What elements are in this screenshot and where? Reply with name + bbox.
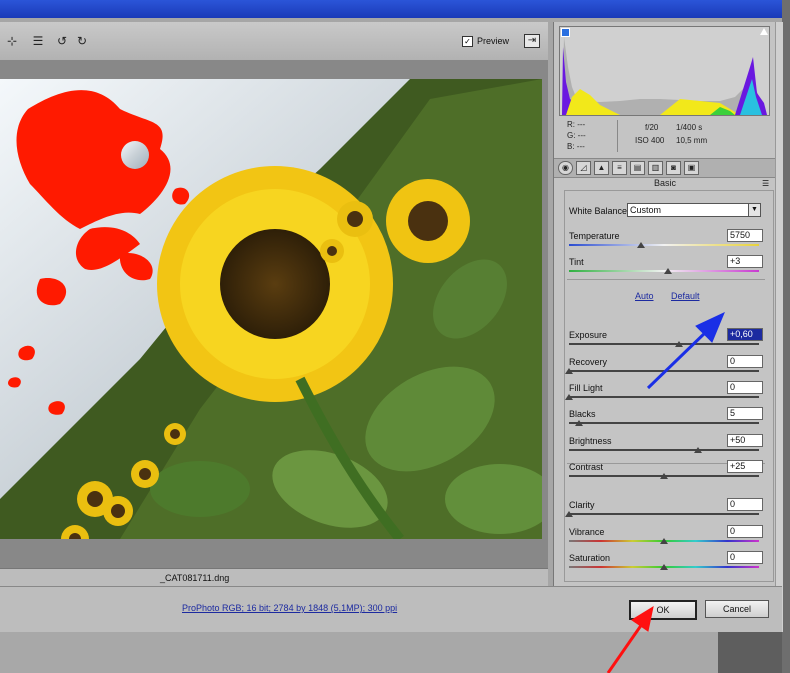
list-icon[interactable]: ☰: [30, 34, 46, 48]
clarity-value-field[interactable]: 0: [727, 498, 763, 511]
temperature-label: Temperature: [569, 231, 620, 241]
brightness-value-field[interactable]: +50: [727, 434, 763, 447]
recovery-slider-track[interactable]: [569, 370, 759, 372]
panel-title: Basic: [653, 178, 676, 188]
tab-split-toning-icon[interactable]: ▤: [630, 161, 645, 175]
chevron-down-icon[interactable]: ▼: [748, 204, 760, 216]
white-balance-value: Custom: [630, 205, 662, 215]
exposure-slider-track[interactable]: [569, 343, 759, 345]
histogram: [559, 26, 770, 116]
clarity-slider-thumb[interactable]: [565, 511, 573, 517]
white-balance-tool-icon[interactable]: ⊹: [4, 34, 20, 48]
rgb-exif-readouts: R: --- G: --- B: --- f/20 1/400 s ISO 40…: [559, 118, 768, 156]
blacks-label: Blacks: [569, 409, 596, 419]
tint-value-field[interactable]: +3: [727, 255, 763, 268]
preview-toggle[interactable]: ✓ Preview: [462, 34, 509, 48]
sunflower-photo: [0, 79, 542, 539]
exposure-slider-thumb[interactable]: [675, 341, 684, 347]
fullscreen-toggle-icon[interactable]: ⇥: [524, 34, 540, 48]
tab-hsl-icon[interactable]: ≡: [612, 161, 627, 175]
white-balance-select[interactable]: Custom ▼: [627, 203, 761, 217]
clarity-slider-track[interactable]: [569, 513, 759, 515]
contrast-slider-thumb[interactable]: [660, 473, 668, 479]
focal-length: 10,5 mm: [676, 136, 708, 145]
photo-preview[interactable]: [0, 79, 542, 539]
temperature-value-field[interactable]: 5750: [727, 229, 763, 242]
tint-label: Tint: [569, 257, 584, 267]
shutter-speed: 1/400 s: [676, 123, 703, 132]
clarity-label: Clarity: [569, 500, 595, 510]
tab-tone-curve-icon[interactable]: ◿: [576, 161, 591, 175]
blacks-slider-track[interactable]: [569, 422, 759, 424]
saturation-value-field[interactable]: 0: [727, 551, 763, 564]
rotate-left-icon[interactable]: ↺: [54, 34, 70, 48]
fill-light-label: Fill Light: [569, 383, 603, 393]
saturation-slider-thumb[interactable]: [660, 564, 668, 570]
readout-divider: [617, 120, 618, 152]
brightness-slider-track[interactable]: [569, 449, 759, 451]
tab-lens-icon[interactable]: ▥: [648, 161, 663, 175]
green-readout: G: ---: [567, 131, 586, 140]
cancel-button[interactable]: Cancel: [705, 600, 769, 618]
window-scrollbar[interactable]: [775, 22, 783, 632]
preview-checkbox[interactable]: ✓: [462, 35, 473, 47]
tab-basic-icon[interactable]: ◉: [558, 161, 573, 175]
aperture: f/20: [645, 123, 659, 132]
saturation-label: Saturation: [569, 553, 611, 563]
fill-light-value-field[interactable]: 0: [727, 381, 763, 394]
brightness-slider-thumb[interactable]: [694, 447, 703, 453]
temperature-slider-track[interactable]: [569, 244, 759, 246]
vibrance-value-field[interactable]: 0: [727, 525, 763, 538]
iso: ISO 400: [635, 136, 665, 145]
blue-readout: B: ---: [567, 142, 585, 151]
contrast-value-field[interactable]: +25: [727, 460, 763, 473]
blacks-value-field[interactable]: 5: [727, 407, 763, 420]
histogram-graph: [560, 27, 769, 115]
shadow-clipping-indicator-icon[interactable]: [561, 28, 570, 37]
tab-detail-icon[interactable]: ▲: [594, 161, 609, 175]
panel-menu-icon[interactable]: ☰: [762, 179, 769, 188]
contrast-label: Contrast: [569, 462, 604, 472]
tab-presets-icon[interactable]: ▣: [684, 161, 699, 175]
adjustments-panel: R: --- G: --- B: --- f/20 1/400 s ISO 40…: [553, 22, 776, 588]
workflow-options-link[interactable]: ProPhoto RGB; 16 bit; 2784 by 1848 (5,1M…: [182, 603, 397, 613]
exposure-label: Exposure: [569, 330, 608, 340]
preview-label: Preview: [477, 36, 510, 46]
highlight-clipping-indicator-icon[interactable]: [760, 28, 768, 35]
ok-button[interactable]: OK: [629, 600, 697, 620]
desktop-dark-area: [718, 632, 782, 673]
filename-bar: _CAT081711.dng: [0, 568, 548, 587]
rotate-right-icon[interactable]: ↻: [74, 34, 90, 48]
desktop-area: [0, 632, 782, 673]
section-divider: [567, 279, 765, 280]
filename: _CAT081711.dng: [160, 573, 230, 583]
fill-light-slider-track[interactable]: [569, 396, 759, 398]
default-link[interactable]: Default: [671, 291, 700, 301]
red-readout: R: ---: [567, 120, 586, 129]
recovery-label: Recovery: [569, 357, 608, 367]
temperature-slider-thumb[interactable]: [637, 242, 646, 248]
auto-link[interactable]: Auto: [635, 291, 654, 301]
vibrance-slider-thumb[interactable]: [660, 538, 668, 544]
panel-tabs: ◉ ◿ ▲ ≡ ▤ ▥ ◙ ▣: [554, 158, 776, 178]
recovery-value-field[interactable]: 0: [727, 355, 763, 368]
bottom-bar: ProPhoto RGB; 16 bit; 2784 by 1848 (5,1M…: [0, 586, 782, 633]
white-balance-label: White Balance:: [569, 206, 630, 216]
brightness-label: Brightness: [569, 436, 612, 446]
tab-camera-calibration-icon[interactable]: ◙: [666, 161, 681, 175]
recovery-slider-thumb[interactable]: [565, 368, 573, 374]
basic-controls: White Balance: Custom ▼ Auto Default Tem…: [564, 190, 774, 582]
vibrance-label: Vibrance: [569, 527, 605, 537]
fill-light-slider-thumb[interactable]: [565, 394, 573, 400]
blacks-slider-thumb[interactable]: [574, 420, 583, 426]
exposure-value-field[interactable]: +0,60: [727, 328, 763, 341]
window-title-bar: [0, 0, 782, 18]
desktop-edge: [782, 0, 790, 673]
tint-slider-thumb[interactable]: [663, 268, 672, 274]
